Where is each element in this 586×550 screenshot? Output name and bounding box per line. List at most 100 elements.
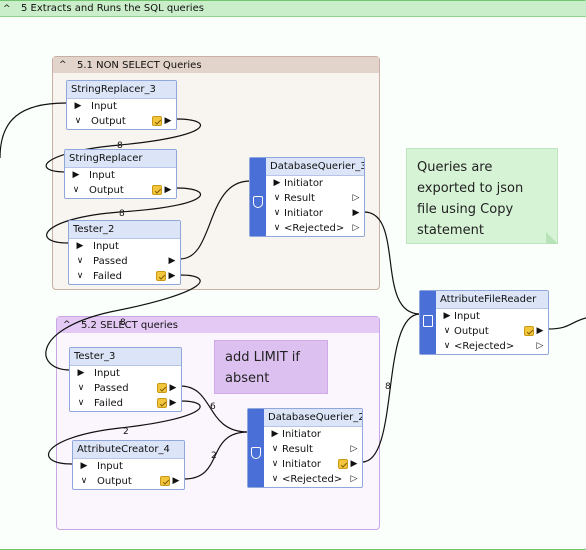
chevron-down-icon[interactable]: ∨ [270,191,284,206]
feature-inspect-icon[interactable] [152,116,162,126]
port-label: Initiator [284,178,324,189]
triangle-right-icon[interactable]: ▶ [351,206,361,221]
input-port[interactable]: ▶ Input [436,309,548,324]
output-port-rejected[interactable]: ∨ <Rejected> ▷ [266,221,364,236]
transformer-tester-2[interactable]: Tester_2 ▶ Input ∨ Passed ▶ ∨ Failed ▶ [68,220,181,285]
output-port-initiator[interactable]: ∨ Initiator ▶ [266,206,364,221]
feature-inspect-icon[interactable] [338,459,348,469]
port-label: Output [91,116,126,127]
transformer-attribute-file-reader[interactable]: AttributeFileReader ▶ Input ∨ Output ▶ ∨ <Re… [419,290,549,355]
port-label: <Rejected> [454,341,515,352]
triangle-right-outline-icon[interactable]: ▷ [351,191,361,206]
input-port-initiator[interactable]: ▶ Initiator [264,427,362,442]
transformer-attribute-creator-4[interactable]: AttributeCreator_4 ▶ Input ∨ Output ▶ [72,440,185,490]
input-port[interactable]: ▶ Input [73,459,184,474]
link-dq2-initiator-to-afr [361,313,421,463]
chevron-down-icon[interactable]: ∨ [268,442,282,457]
transformer-title[interactable]: StringReplacer_3 [67,81,176,99]
input-port[interactable]: ▶ Input [69,239,180,254]
feature-inspect-icon[interactable] [156,271,166,281]
chevron-down-icon[interactable]: ∨ [440,339,454,354]
chevron-down-icon[interactable]: ∨ [270,221,284,236]
triangle-right-icon: ▶ [273,178,281,188]
chevron-down-icon[interactable]: ∨ [268,457,282,472]
database-icon [253,196,263,208]
triangle-right-icon[interactable]: ▶ [349,457,359,472]
transformer-title[interactable]: AttributeFileReader [436,291,548,309]
transformer-title[interactable]: Tester_2 [69,221,180,239]
input-port[interactable]: ▶ Input [67,99,176,114]
chevron-down-icon[interactable]: ∨ [71,114,85,129]
triangle-right-outline-icon[interactable]: ▷ [349,472,359,487]
port-label: Output [89,185,124,196]
transformer-database-querier-2[interactable]: DatabaseQuerier_2 ▶ Initiator ∨ Result ▷ ∨ I… [247,408,363,488]
triangle-right-outline-icon[interactable]: ▷ [535,339,545,354]
transformer-tester-3[interactable]: Tester_3 ▶ Input ∨ Passed ▶ ∨ Failed ▶ [69,347,182,412]
workspace-canvas[interactable]: ^ 5 Extracts and Runs the SQL queries ^ … [0,0,586,550]
port-label: Input [93,241,119,252]
feature-inspect-icon[interactable] [160,476,170,486]
transformer-string-replacer-3[interactable]: StringReplacer_3 ▶ Input ∨ Output ▶ [66,80,177,130]
triangle-right-icon[interactable]: ▶ [163,183,173,198]
output-port-rejected[interactable]: ∨ <Rejected> ▷ [436,339,548,354]
output-port-result[interactable]: ∨ Result ▷ [266,191,364,206]
chevron-down-icon[interactable]: ∨ [77,474,91,489]
output-port-initiator[interactable]: ∨ Initiator ▶ [264,457,362,472]
chevron-down-icon[interactable]: ∨ [74,396,88,411]
chevron-down-icon[interactable]: ∨ [74,381,88,396]
transformer-title[interactable]: DatabaseQuerier_2 [264,409,362,427]
output-port-result[interactable]: ∨ Result ▷ [264,442,362,457]
output-port[interactable]: ∨ Output ▶ [436,324,548,339]
port-label: Input [97,461,123,472]
port-label: Output [454,326,489,337]
triangle-right-icon: ▶ [77,368,85,378]
output-port[interactable]: ∨ Output ▶ [73,474,184,489]
feature-count: 8 [119,209,125,219]
triangle-right-icon[interactable]: ▶ [535,324,545,339]
port-label: Initiator [282,429,322,440]
output-port-failed[interactable]: ∨ Failed ▶ [70,396,181,411]
chevron-down-icon[interactable]: ∨ [270,206,284,221]
chevron-down-icon[interactable]: ∨ [440,324,454,339]
triangle-right-icon: ▶ [74,101,82,111]
triangle-right-icon[interactable]: ▶ [167,254,177,269]
triangle-right-icon[interactable]: ▶ [168,396,178,411]
input-port-initiator[interactable]: ▶ Initiator [266,176,364,191]
output-port[interactable]: ∨ Output ▶ [67,114,176,129]
chevron-down-icon[interactable]: ∨ [73,254,87,269]
transformer-title[interactable]: Tester_3 [70,348,181,366]
input-port[interactable]: ▶ Input [65,168,176,183]
feature-inspect-icon[interactable] [157,398,167,408]
triangle-right-outline-icon[interactable]: ▷ [351,221,361,236]
transformer-string-replacer[interactable]: StringReplacer ▶ Input ∨ Output ▶ [64,149,177,199]
output-port-failed[interactable]: ∨ Failed ▶ [69,269,180,284]
triangle-right-icon[interactable]: ▶ [163,114,173,129]
querier-accent [250,158,266,236]
chevron-down-icon[interactable]: ∨ [73,269,87,284]
transformer-title[interactable]: StringReplacer [65,150,176,168]
triangle-right-icon: ▶ [271,429,279,439]
transformer-title[interactable]: DatabaseQuerier_3 [266,158,364,176]
transformer-database-querier-3[interactable]: DatabaseQuerier_3 ▶ Initiator ∨ Result ▷ ∨ I… [249,157,365,237]
triangle-right-icon[interactable]: ▶ [171,474,181,489]
output-port[interactable]: ∨ Output ▶ [65,183,176,198]
feature-count: 6 [210,402,216,412]
reader-accent [420,291,436,354]
input-port[interactable]: ▶ Input [70,366,181,381]
triangle-right-outline-icon[interactable]: ▷ [349,442,359,457]
port-label: Failed [94,398,124,409]
feature-inspect-icon[interactable] [152,185,162,195]
triangle-right-icon: ▶ [443,311,451,321]
chevron-down-icon[interactable]: ∨ [69,183,83,198]
port-label: Input [89,170,115,181]
output-port-passed[interactable]: ∨ Passed ▶ [70,381,181,396]
output-port-passed[interactable]: ∨ Passed ▶ [69,254,180,269]
output-port-rejected[interactable]: ∨ <Rejected> ▷ [264,472,362,487]
chevron-down-icon[interactable]: ∨ [268,472,282,487]
feature-inspect-icon[interactable] [157,383,167,393]
triangle-right-icon[interactable]: ▶ [168,381,178,396]
feature-inspect-icon[interactable] [524,326,534,336]
triangle-right-icon[interactable]: ▶ [167,269,177,284]
port-label: Initiator [282,459,322,470]
transformer-title[interactable]: AttributeCreator_4 [73,441,184,459]
